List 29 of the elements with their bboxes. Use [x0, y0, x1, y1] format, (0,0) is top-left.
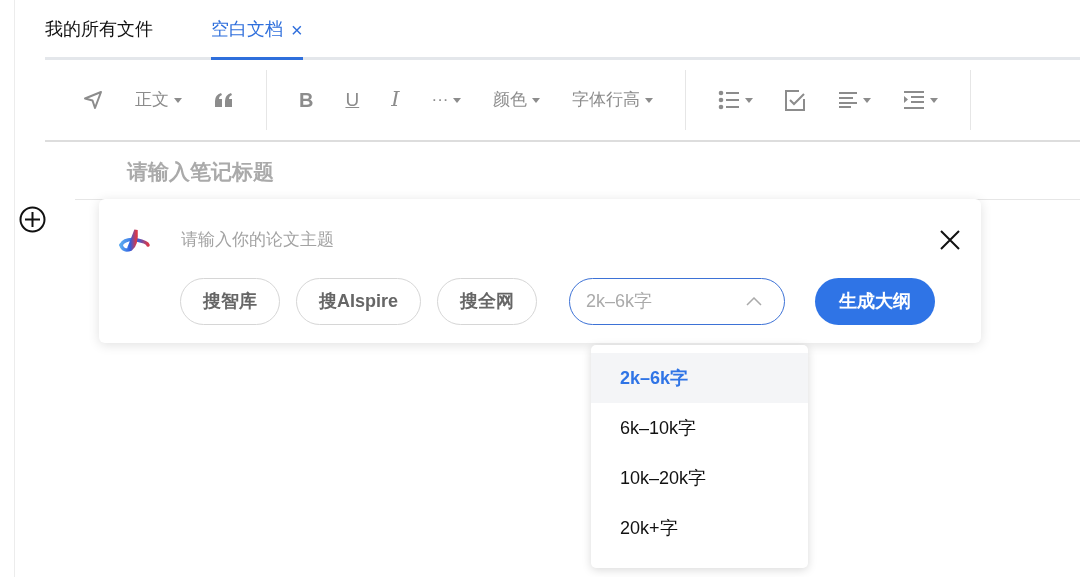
- generate-button[interactable]: 生成大纲: [815, 278, 936, 325]
- toolbar-dropdown[interactable]: 正文: [119, 80, 198, 120]
- quote-icon: [214, 92, 234, 108]
- dropdown-option[interactable]: 20k+字: [591, 503, 808, 553]
- toolbar-dropdown[interactable]: 字体行高: [556, 80, 670, 120]
- close-icon[interactable]: [940, 230, 960, 250]
- chevron-icon: [746, 297, 763, 306]
- align-left-icon: [838, 92, 859, 108]
- tab[interactable]: 我的所有文件: [45, 16, 153, 60]
- dropdown-option[interactable]: 10k–20k字: [591, 453, 808, 503]
- source-button[interactable]: 搜全网: [437, 278, 538, 325]
- source-button[interactable]: 搜AIspire: [296, 278, 422, 325]
- toolbar-dropdown[interactable]: ···: [415, 80, 478, 120]
- bold-button[interactable]: B: [283, 80, 330, 120]
- italic-button[interactable]: I: [375, 80, 416, 120]
- dropdown-option[interactable]: 2k–6k字: [591, 353, 808, 403]
- send-icon: [83, 90, 103, 110]
- close-icon[interactable]: ×: [291, 19, 303, 40]
- plus-icon[interactable]: [19, 206, 46, 233]
- dropdown-option[interactable]: 6k–10k字: [591, 403, 808, 453]
- source-button[interactable]: 搜智库: [180, 278, 280, 325]
- toolbar-dropdown[interactable]: 颜色: [477, 80, 557, 120]
- logo-icon: [117, 228, 151, 254]
- checkbox-icon: [785, 89, 807, 111]
- tab[interactable]: 空白文档 ×: [211, 16, 303, 60]
- underline-button[interactable]: U: [329, 80, 376, 120]
- topic-field[interactable]: 请输入你的论文主题: [179, 226, 779, 254]
- indent-icon: [903, 91, 926, 109]
- list-icon: [718, 90, 741, 110]
